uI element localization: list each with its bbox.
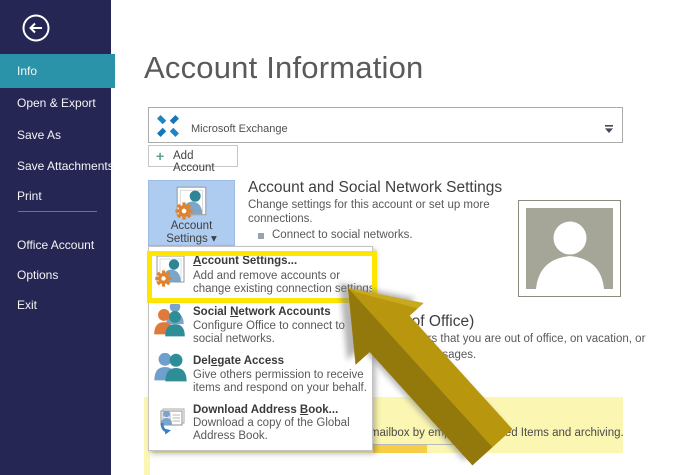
sidebar-item-open-export[interactable]: Open & Export	[0, 95, 111, 111]
account-settings-button[interactable]: Account Settings ▾	[148, 180, 235, 246]
user-photo-placeholder	[518, 200, 621, 297]
mailbox-highlight-band-sliver	[144, 453, 150, 475]
account-section-heading: Account and Social Network Settings	[248, 179, 502, 197]
account-section-desc1: Change settings for this account or set …	[248, 198, 490, 212]
outlook-backstage-window: Info Open & Export Save As Save Attachme…	[0, 0, 690, 475]
delegate-access-icon	[154, 353, 188, 392]
sidebar-item-options[interactable]: Options	[0, 267, 111, 283]
add-account-label: Add Account	[173, 150, 237, 174]
annotation-highlight-box	[147, 251, 377, 303]
menu-item-delegate-desc1: Give others permission to receive	[193, 369, 364, 382]
social-network-icon	[154, 304, 188, 343]
person-silhouette-icon	[526, 208, 613, 289]
page-title: Account Information	[144, 50, 424, 86]
account-section-desc2: connections.	[248, 212, 313, 226]
menu-item-social-network-desc1: Configure Office to connect to	[193, 320, 345, 333]
sidebar-item-info[interactable]: Info	[0, 63, 111, 79]
account-settings-button-label2: Settings ▾	[166, 233, 217, 245]
account-settings-icon	[174, 184, 210, 220]
add-account-button[interactable]: + Add Account	[148, 145, 238, 167]
connect-social-networks-text: Connect to social networks.	[272, 228, 413, 242]
menu-item-delegate-desc2: items and respond on your behalf.	[193, 382, 367, 395]
bottom-partial-button-border-right	[462, 444, 463, 455]
account-settings-button-label1: Account	[171, 220, 213, 232]
menu-item-delegate-access[interactable]: Delegate Access	[193, 355, 284, 367]
menu-item-address-book-desc2: Address Book.	[193, 430, 268, 443]
back-button[interactable]	[22, 14, 50, 42]
sidebar-item-exit[interactable]: Exit	[0, 297, 111, 313]
menu-item-social-network-desc2: social networks.	[193, 333, 275, 346]
sidebar-item-save-attachments[interactable]: Save Attachments	[0, 158, 111, 174]
sidebar-item-office-account[interactable]: Office Account	[0, 237, 111, 253]
sidebar-divider	[18, 211, 97, 212]
address-book-icon	[154, 402, 188, 441]
back-arrow-icon	[22, 14, 50, 42]
menu-item-address-book-desc1: Download a copy of the Global	[193, 417, 350, 430]
sidebar-item-save-as[interactable]: Save As	[0, 127, 111, 143]
dropdown-arrow-icon	[604, 121, 614, 139]
menu-item-download-address-book[interactable]: Download Address Book...	[193, 404, 338, 416]
account-selector-value: Microsoft Exchange	[191, 123, 288, 135]
menu-item-social-network-accounts[interactable]: Social Network Accounts	[193, 306, 331, 318]
bottom-partial-highlight	[373, 445, 427, 453]
bullet-square-icon	[258, 233, 264, 239]
exchange-icon	[154, 112, 182, 145]
plus-icon: +	[156, 149, 164, 163]
sidebar-item-print[interactable]: Print	[0, 188, 111, 204]
account-selector-dropdown[interactable]: Microsoft Exchange	[148, 107, 623, 143]
